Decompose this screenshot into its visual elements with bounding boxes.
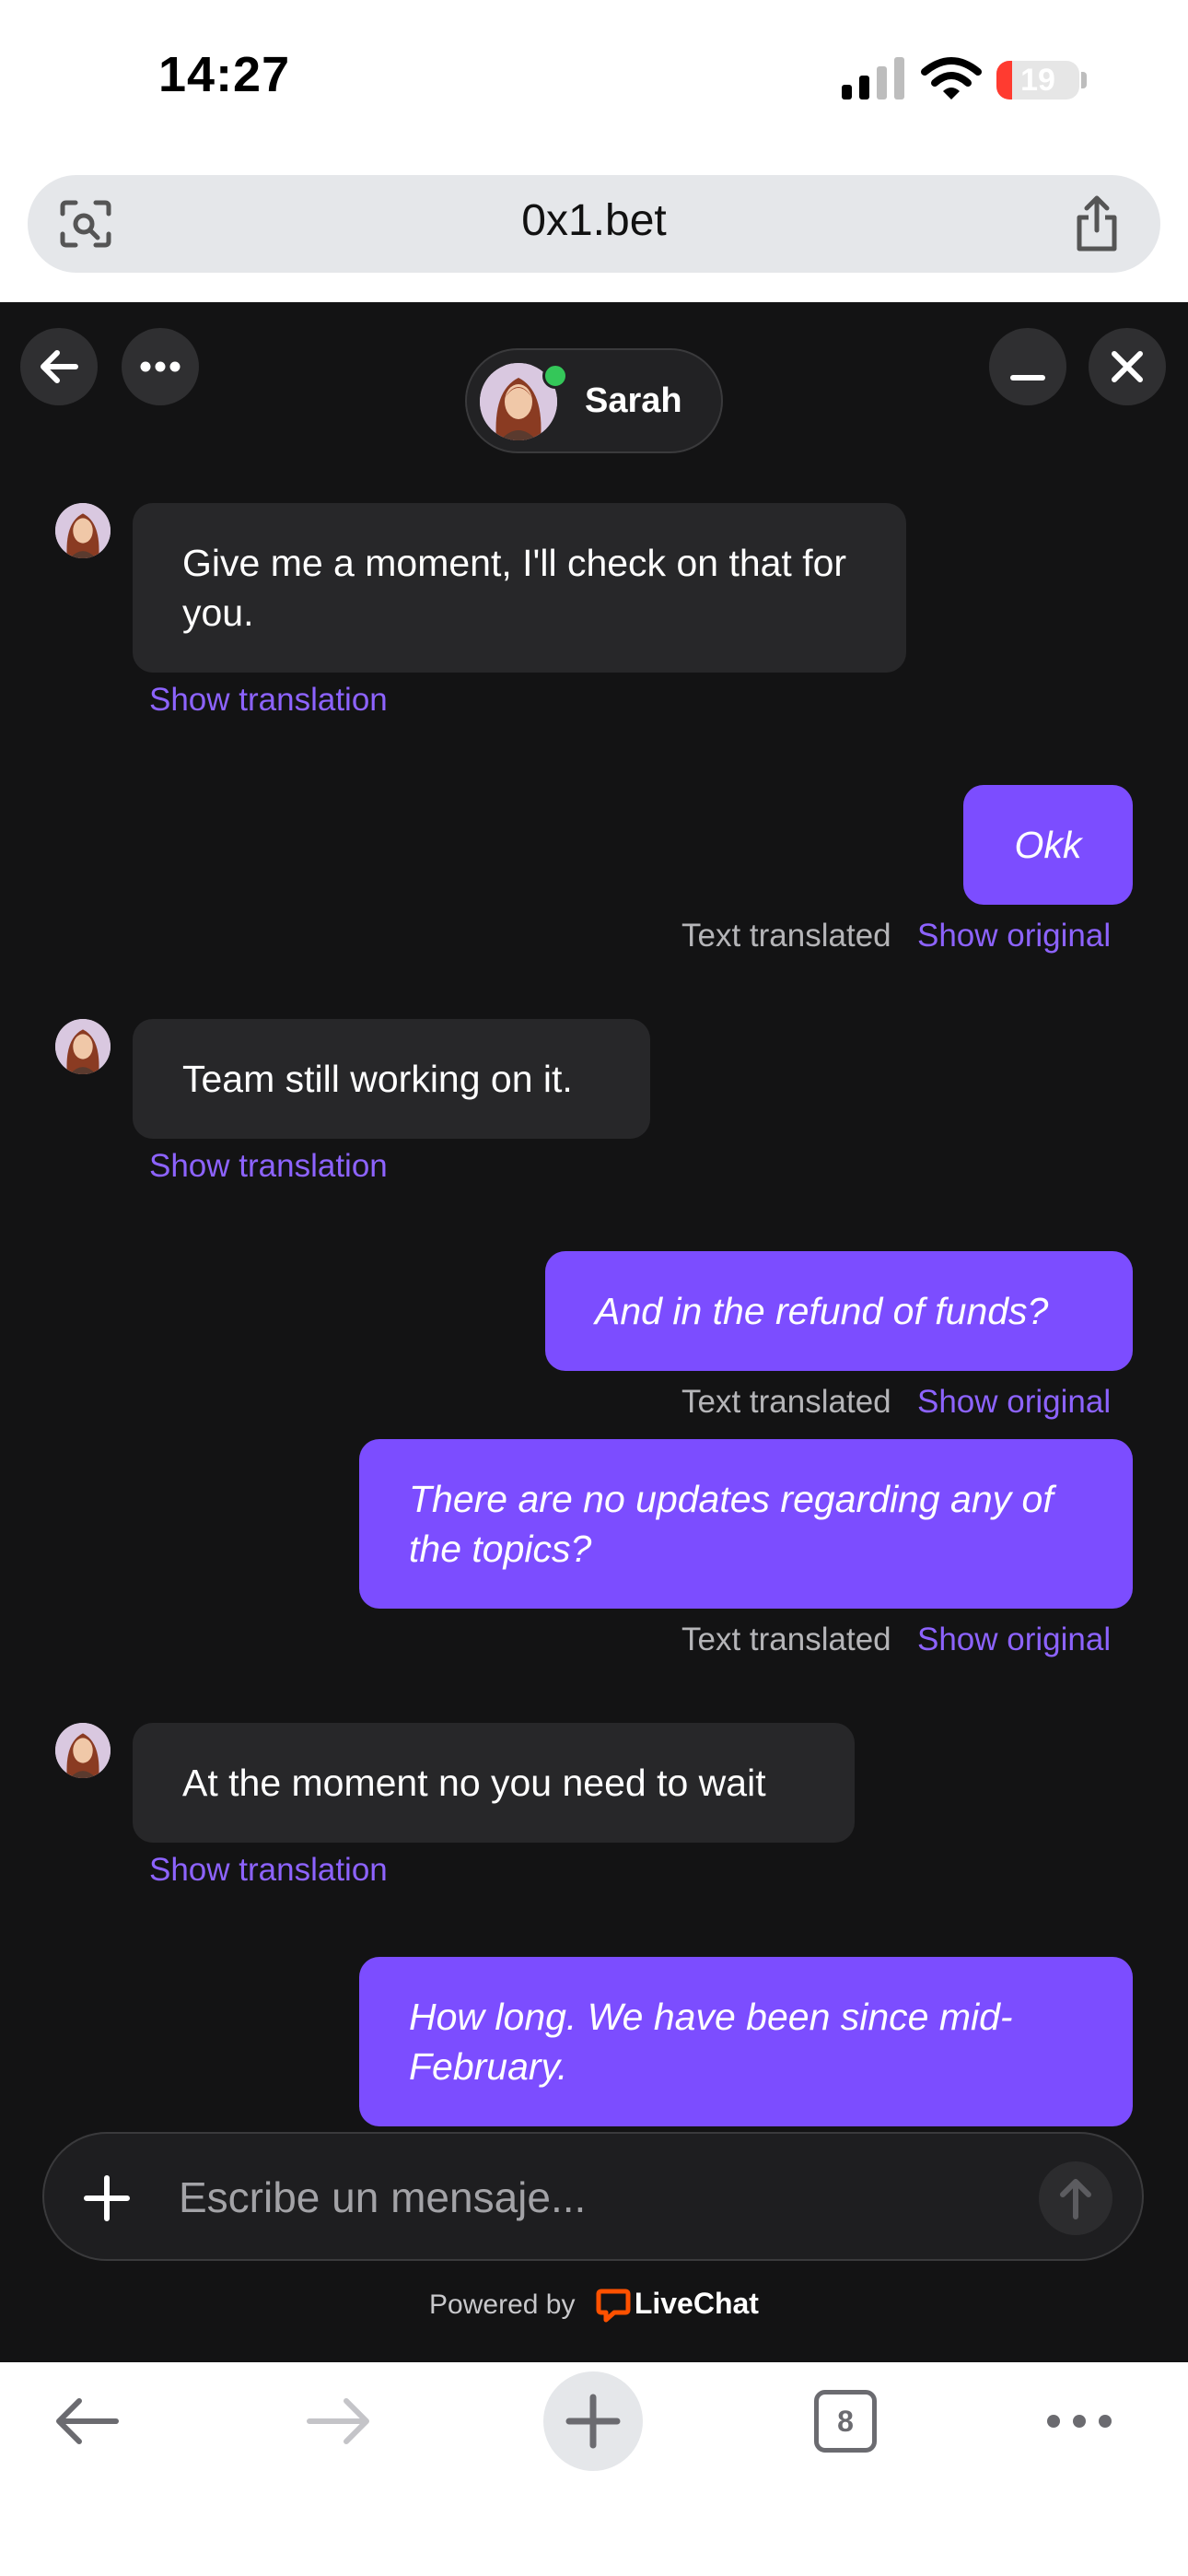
arrow-left-icon bbox=[41, 350, 78, 383]
show-translation-link[interactable]: Show translation bbox=[149, 682, 388, 719]
url-text[interactable]: 0x1.bet bbox=[28, 195, 1160, 246]
show-translation-link[interactable]: Show translation bbox=[149, 1148, 388, 1185]
browser-toolbar: 8 bbox=[0, 2362, 1188, 2576]
battery-cap bbox=[1081, 72, 1087, 88]
close-icon bbox=[1112, 351, 1143, 382]
agent-message-avatar bbox=[55, 1019, 111, 1074]
agent-message-avatar bbox=[55, 1723, 111, 1778]
user-message-bubble: There are no updates regarding any of th… bbox=[359, 1439, 1133, 1609]
tabs-count-button[interactable]: 8 bbox=[814, 2390, 877, 2453]
message-text: Team still working on it. bbox=[182, 1058, 573, 1100]
text-translated-label: Text translated bbox=[681, 1384, 891, 1420]
send-button[interactable] bbox=[1039, 2161, 1112, 2235]
user-message-bubble: How long. We have been since mid-Februar… bbox=[359, 1957, 1133, 2126]
agent-name: Sarah bbox=[585, 381, 682, 420]
message-text: How long. We have been since mid-Februar… bbox=[409, 1996, 1013, 2088]
livechat-logo-icon bbox=[596, 2289, 631, 2323]
text-translated-label: Text translated bbox=[681, 918, 891, 954]
more-menu-icon[interactable] bbox=[1042, 2403, 1116, 2440]
battery-icon: 19 bbox=[996, 61, 1079, 100]
agent-message-bubble: Team still working on it. bbox=[133, 1019, 650, 1139]
show-original-link[interactable]: Show original bbox=[917, 1384, 1111, 1421]
new-tab-button[interactable] bbox=[543, 2371, 643, 2471]
powered-by-label: Powered by bbox=[429, 2289, 576, 2320]
message-text: Okk bbox=[1014, 824, 1082, 866]
show-original-link[interactable]: Show original bbox=[917, 918, 1111, 954]
more-options-button[interactable] bbox=[122, 328, 199, 405]
text-translated-label: Text translated bbox=[681, 1622, 891, 1657]
address-bar[interactable]: 0x1.bet bbox=[28, 175, 1160, 273]
status-time: 14:27 bbox=[158, 47, 291, 102]
agent-message-bubble: At the moment no you need to wait bbox=[133, 1723, 855, 1843]
minimize-icon bbox=[1010, 375, 1045, 381]
user-message-bubble: Okk bbox=[963, 785, 1133, 905]
message-text: There are no updates regarding any of th… bbox=[409, 1478, 1054, 1570]
show-translation-link[interactable]: Show translation bbox=[149, 1852, 388, 1889]
minimize-button[interactable] bbox=[989, 328, 1066, 405]
message-composer bbox=[42, 2132, 1144, 2261]
more-horizontal-icon bbox=[140, 361, 181, 372]
agent-message-bubble: Give me a moment, I'll check on that for… bbox=[133, 503, 906, 673]
plus-icon bbox=[565, 2394, 621, 2449]
show-original-link[interactable]: Show original bbox=[917, 1622, 1111, 1658]
agent-header[interactable]: Sarah bbox=[465, 348, 723, 453]
share-icon[interactable] bbox=[1072, 193, 1122, 254]
user-message-bubble: And in the refund of funds? bbox=[545, 1251, 1133, 1371]
close-button[interactable] bbox=[1089, 328, 1166, 405]
message-text: And in the refund of funds? bbox=[595, 1290, 1049, 1332]
arrow-up-icon bbox=[1060, 2179, 1091, 2219]
message-input[interactable] bbox=[177, 2160, 1009, 2235]
browser-back-icon[interactable] bbox=[52, 2390, 122, 2453]
powered-by-footer: Powered by LiveChat bbox=[0, 2287, 1188, 2323]
message-text: Give me a moment, I'll check on that for… bbox=[182, 542, 847, 634]
battery-level: 19 bbox=[1020, 63, 1055, 98]
browser-forward-icon bbox=[307, 2398, 369, 2444]
back-button[interactable] bbox=[20, 328, 98, 405]
agent-message-avatar bbox=[55, 503, 111, 558]
chat-widget: Sarah Give me a moment, I'll check on th… bbox=[0, 302, 1188, 2362]
online-status-dot bbox=[542, 363, 568, 389]
message-text: At the moment no you need to wait bbox=[182, 1762, 766, 1804]
cellular-signal-icon bbox=[842, 55, 904, 100]
add-attachment-icon[interactable] bbox=[81, 2172, 133, 2224]
wifi-icon bbox=[921, 57, 982, 100]
livechat-brand: LiveChat bbox=[634, 2287, 759, 2320]
